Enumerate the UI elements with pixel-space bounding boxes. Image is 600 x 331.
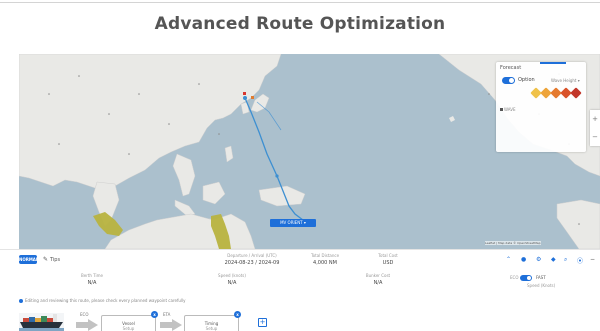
search-icon[interactable]: ⌕ [564, 256, 567, 264]
stat-label: Berth Time [80, 273, 103, 278]
speed-mode-fast-label: FAST [536, 275, 546, 280]
stat-value: 2024-08-23 / 2024-09 [224, 260, 280, 266]
info-dot-icon [19, 299, 23, 303]
route-origin-marker [243, 96, 247, 100]
stage-subtitle: Setup [205, 326, 218, 331]
stat-cost: Total Cost USD [368, 253, 408, 266]
container-ship-image [19, 313, 64, 331]
forecast-tab-indicator [540, 62, 566, 64]
flow-arrow-icon [76, 319, 98, 331]
stat-value: 4,000 NM [313, 260, 337, 266]
wave-legend-swatches [530, 87, 582, 99]
layers-icon[interactable]: ◆ [551, 256, 556, 263]
stat-label: Total Distance [310, 253, 340, 258]
flow-arrow-icon [160, 319, 182, 331]
stat-label: Bunker Cost [365, 273, 391, 278]
target-icon[interactable]: ⦿ [577, 256, 583, 265]
stat-label: Departure / Arrival (UTC) [227, 253, 277, 258]
collapse-icon[interactable]: ⌃ [506, 256, 511, 263]
forecast-dropdown[interactable]: Wave Height ▾ [551, 78, 580, 83]
zoom-out-button[interactable]: − [590, 128, 600, 146]
speed-mode-toggle[interactable] [520, 275, 532, 281]
minimize-icon[interactable]: − [590, 256, 595, 263]
zoom-in-button[interactable]: + [590, 110, 600, 128]
location-icon[interactable]: ● [521, 256, 526, 263]
pencil-icon[interactable]: ✎ [43, 256, 48, 263]
speed-mode-eco-label: ECO [510, 275, 519, 280]
speed-mode-sub-label: Speed (Knots) [527, 283, 556, 288]
wave-swatch [570, 87, 582, 99]
stat-label: Total Cost [378, 253, 398, 258]
route-note: Editing and reviewing this route, please… [25, 298, 186, 303]
port-flag-orange [251, 96, 254, 99]
stage-close-icon[interactable]: x [234, 311, 241, 318]
forecast-panel: Forecast Option Wave Height ▾ WAVE [496, 62, 586, 152]
stat-value: N/A [87, 280, 97, 286]
stat-bunker-cost: Bunker Cost N/A [358, 273, 398, 286]
stat-label: Speed (knots) [218, 273, 246, 278]
stat-berth-time: Berth Time N/A [72, 273, 112, 286]
workflow-stage-timing[interactable]: Timing Setup [184, 315, 239, 331]
forecast-legend-label: WAVE [504, 107, 516, 112]
zoom-control: + − [590, 110, 600, 146]
page-title: Advanced Route Optimization [154, 14, 446, 34]
tips-link[interactable]: Tips [50, 257, 60, 263]
forecast-option-label: Option [518, 77, 535, 83]
vessel-label[interactable]: MV ORIENT ▾ [270, 219, 316, 227]
stage-subtitle: Setup [122, 326, 135, 331]
add-stage-button[interactable]: + [258, 318, 267, 327]
stage-tag: ETA [163, 312, 171, 317]
route-mode-badge[interactable]: NORMAL [19, 255, 38, 264]
route-map[interactable]: MV ORIENT ▾ Forecast Option Wave Height … [19, 54, 600, 249]
stat-value: N/A [227, 280, 237, 286]
stat-distance: Total Distance 4,000 NM [300, 253, 350, 266]
stat-value: N/A [373, 280, 383, 286]
stat-departure: Departure / Arrival (UTC) 2024-08-23 / 2… [222, 253, 282, 266]
legend-dot-icon [500, 108, 503, 111]
stage-close-icon[interactable]: x [151, 311, 158, 318]
route-waypoint-marker [275, 174, 279, 178]
gear-icon[interactable]: ⚙ [536, 256, 541, 263]
route-info-bar: NORMAL ✎ Tips Departure / Arrival (UTC) … [0, 249, 600, 295]
port-flag-red [243, 92, 246, 95]
stat-speed: Speed (knots) N/A [212, 273, 252, 286]
top-divider [0, 2, 600, 3]
forecast-title: Forecast [500, 65, 522, 71]
stage-tag: ECO [80, 312, 89, 317]
stat-value: USD [382, 260, 394, 266]
map-attribution: Leaflet | Map data © OpenStreetMap [485, 241, 541, 245]
workflow-stage-vessel[interactable]: Vessel Setup [101, 315, 156, 331]
forecast-toggle[interactable] [502, 77, 515, 84]
